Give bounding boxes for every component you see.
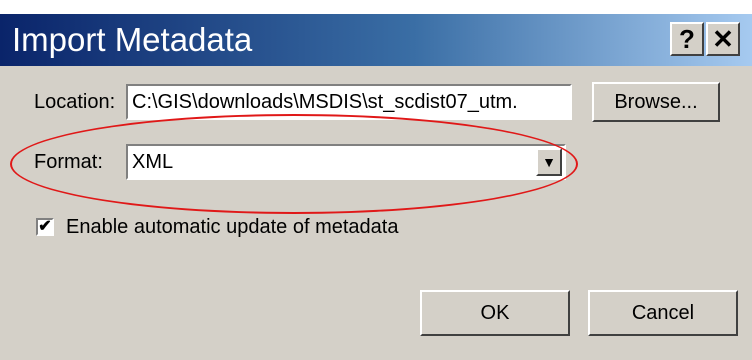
help-button[interactable]: ? (670, 22, 704, 56)
format-select[interactable]: XML ▼ (126, 144, 566, 180)
chevron-down-icon: ▼ (542, 154, 556, 170)
help-icon: ? (679, 24, 695, 54)
close-button[interactable]: ✕ (706, 22, 740, 56)
cancel-button-label: Cancel (631, 302, 695, 324)
format-value: XML (132, 151, 174, 173)
checkmark-icon: ✔ (38, 218, 52, 235)
ok-button[interactable]: OK (420, 290, 570, 336)
ok-button-label: OK (480, 302, 510, 324)
format-dropdown-button[interactable]: ▼ (536, 148, 562, 176)
background-strip (0, 0, 752, 14)
location-label: Location: (34, 91, 116, 113)
dialog-title: Import Metadata (12, 21, 253, 58)
auto-update-label[interactable]: Enable automatic update of metadata (66, 215, 398, 239)
close-icon: ✕ (712, 24, 734, 54)
location-field[interactable]: C:\GIS\downloads\MSDIS\st_scdist07_utm. (126, 84, 572, 120)
cancel-button[interactable]: Cancel (588, 290, 738, 336)
browse-button-label: Browse... (614, 91, 698, 113)
location-value: C:\GIS\downloads\MSDIS\st_scdist07_utm. (132, 91, 518, 113)
browse-button[interactable]: Browse... (592, 82, 720, 122)
auto-update-checkbox[interactable]: ✔ (36, 218, 54, 236)
format-label: Format: (34, 151, 103, 173)
title-bar[interactable]: Import Metadata ? ✕ (0, 14, 752, 66)
